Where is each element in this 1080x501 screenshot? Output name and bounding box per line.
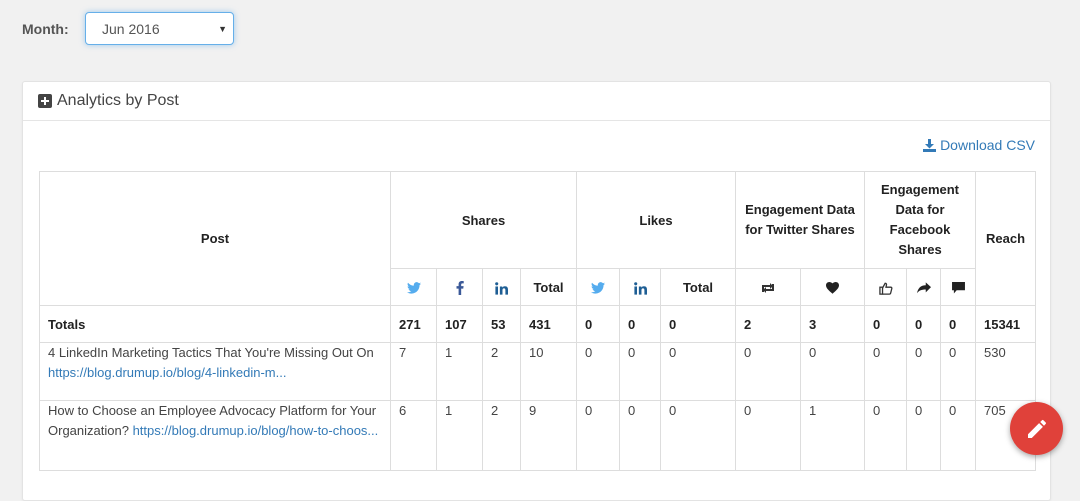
retweet-header (735, 268, 801, 306)
download-csv-label: Download CSV (940, 137, 1035, 153)
table-cell: 2 (482, 342, 521, 401)
total-cell: 0 (864, 305, 907, 343)
table-cell: 6 (390, 400, 437, 471)
twitter-engagement-header: Engagement Data for Twitter Shares (735, 171, 865, 269)
table-cell: 0 (735, 342, 801, 401)
total-cell: 0 (906, 305, 941, 343)
likes-twitter-header (576, 268, 620, 306)
total-cell: 431 (520, 305, 577, 343)
shares-facebook-header (436, 268, 483, 306)
month-filter: Month: Jun 2016 ▼ (22, 12, 234, 45)
twitter-likes-header (800, 268, 865, 306)
table-cell: 0 (800, 342, 865, 401)
month-label: Month: (22, 20, 69, 37)
post-title: 4 LinkedIn Marketing Tactics That You're… (48, 345, 374, 360)
table-cell: 0 (864, 342, 907, 401)
table-cell: 0 (906, 342, 941, 401)
heart-icon (826, 282, 839, 294)
reach-column-header: Reach (975, 171, 1036, 306)
facebook-icon (456, 280, 464, 295)
analytics-panel: Analytics by Post Download CSV Post Shar… (22, 81, 1051, 501)
table-cell: 0 (660, 400, 736, 471)
post-cell: 4 LinkedIn Marketing Tactics That You're… (39, 342, 391, 401)
table-cell: 0 (906, 400, 941, 471)
month-select[interactable]: Jun 2016 ▼ (85, 12, 234, 45)
total-cell: 0 (660, 305, 736, 343)
facebook-engagement-header: Engagement Data for Facebook Shares (864, 171, 976, 269)
table-cell: 10 (520, 342, 577, 401)
total-cell: 0 (940, 305, 976, 343)
table-cell: 0 (576, 400, 620, 471)
table-cell: 2 (482, 400, 521, 471)
share-icon (916, 282, 931, 294)
table-cell: 0 (735, 400, 801, 471)
pencil-icon (1027, 419, 1046, 438)
panel-title: Analytics by Post (57, 92, 179, 109)
post-cell: How to Choose an Employee Advocacy Platf… (39, 400, 391, 471)
plus-square-icon[interactable] (38, 94, 52, 108)
table-cell: 1 (436, 400, 483, 471)
thumbs-up-icon (878, 282, 892, 295)
analytics-table: Post Shares Likes Engagement Data for Tw… (39, 171, 1036, 471)
table-cell: 0 (619, 342, 661, 401)
table-cell: 0 (576, 342, 620, 401)
table-cell: 0 (940, 400, 976, 471)
table-cell: 0 (940, 342, 976, 401)
twitter-icon (406, 282, 421, 294)
post-link[interactable]: https://blog.drumup.io/blog/4-linkedin-m… (48, 365, 286, 380)
total-cell: 271 (390, 305, 437, 343)
table-row: 4 LinkedIn Marketing Tactics That You're… (39, 342, 1036, 401)
total-cell: 0 (619, 305, 661, 343)
post-column-header: Post (39, 171, 391, 306)
totals-row: Totals 271 107 53 431 0 0 0 2 3 0 0 0 15… (39, 305, 1036, 343)
totals-label: Totals (39, 305, 391, 343)
table-cell: 7 (390, 342, 437, 401)
table-cell: 0 (660, 342, 736, 401)
linkedin-icon (633, 281, 647, 295)
linkedin-icon (495, 281, 508, 295)
comment-icon (951, 282, 965, 294)
facebook-comments-header (940, 268, 976, 306)
post-link[interactable]: https://blog.drumup.io/blog/how-to-choos… (133, 423, 379, 438)
table-cell: 1 (436, 342, 483, 401)
twitter-icon (591, 282, 605, 294)
download-icon (923, 138, 937, 152)
shares-linkedin-header (482, 268, 521, 306)
table-row: How to Choose an Employee Advocacy Platf… (39, 400, 1036, 471)
total-cell: 2 (735, 305, 801, 343)
likes-linkedin-header (619, 268, 661, 306)
total-cell: 3 (800, 305, 865, 343)
month-select-value: Jun 2016 (102, 20, 160, 37)
retweet-icon (762, 283, 774, 294)
shares-group-header: Shares (390, 171, 577, 269)
total-cell: 15341 (975, 305, 1036, 343)
compose-fab-button[interactable] (1010, 402, 1063, 455)
likes-total-header: Total (660, 268, 736, 306)
total-cell: 0 (576, 305, 620, 343)
facebook-shares-header (906, 268, 941, 306)
facebook-likes-header (864, 268, 907, 306)
dropdown-caret-icon: ▼ (218, 24, 227, 34)
table-cell: 9 (520, 400, 577, 471)
total-cell: 107 (436, 305, 483, 343)
table-cell: 0 (864, 400, 907, 471)
download-csv-link[interactable]: Download CSV (923, 137, 1035, 153)
shares-total-header: Total (520, 268, 577, 306)
table-cell: 0 (619, 400, 661, 471)
total-cell: 53 (482, 305, 521, 343)
panel-heading: Analytics by Post (23, 82, 1050, 121)
table-cell: 530 (975, 342, 1036, 401)
table-cell: 1 (800, 400, 865, 471)
shares-twitter-header (390, 268, 437, 306)
likes-group-header: Likes (576, 171, 736, 269)
